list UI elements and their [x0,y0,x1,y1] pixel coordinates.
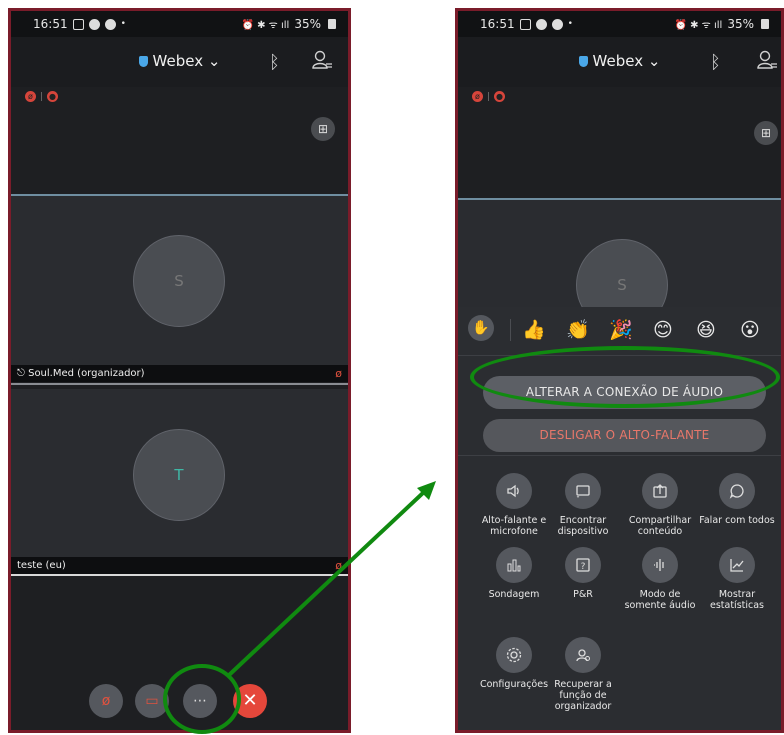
annotation-arrow [226,481,436,678]
